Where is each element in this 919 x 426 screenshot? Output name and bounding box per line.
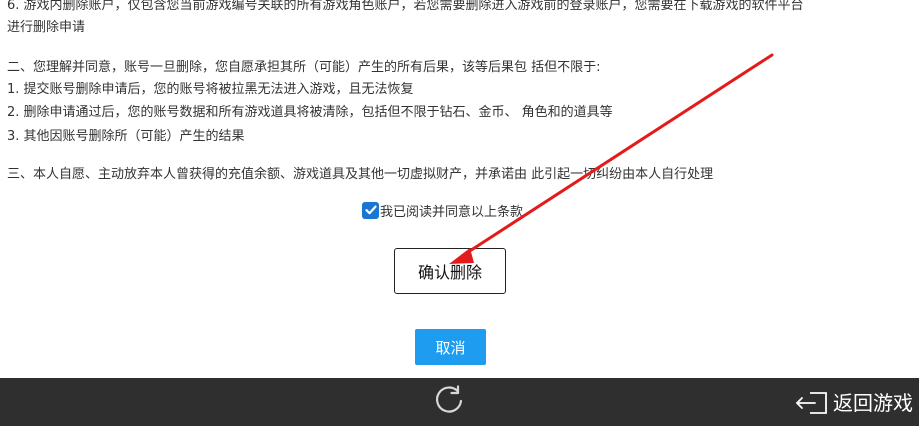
section-2-item-3: 3. 其他因账号删除所（可能）产生的结果	[7, 129, 245, 144]
refresh-icon[interactable]	[432, 383, 468, 419]
term-item-6-line-2: 进行删除申请	[7, 20, 86, 35]
section-3: 三、本人自愿、主动放弃本人曾获得的充值余额、游戏道具及其他一切虚拟财产，并承诺由…	[7, 167, 714, 182]
agreement-checkbox[interactable]	[362, 201, 379, 219]
agreement-label: 我已阅读并同意以上条款	[380, 204, 524, 220]
section-2-item-1: 1. 提交账号删除申请后，您的账号将被拉黑无法进入游戏，且无法恢复	[7, 82, 414, 97]
checkmark-icon	[364, 205, 377, 215]
terms-content: 6. 游戏内删除账户，仅包含您当前游戏编号关联的所有游戏角色账户，若您需要删除进…	[0, 0, 919, 378]
section-2-item-2: 2. 删除申请通过后，您的账号数据和所有游戏道具将被清除，包括但不限于钻石、金币…	[7, 105, 613, 120]
back-to-game-button[interactable]: 返回游戏	[795, 387, 913, 419]
confirm-delete-button[interactable]: 确认删除	[394, 248, 506, 294]
term-item-6-line-1: 6. 游戏内删除账户，仅包含您当前游戏编号关联的所有游戏角色账户，若您需要删除进…	[7, 0, 804, 13]
annotation-arrow	[449, 53, 774, 264]
cancel-button[interactable]: 取消	[415, 329, 486, 365]
section-2-intro: 二、您理解并同意，账号一旦删除，您自愿承担其所（可能）产生的所有后果，该等后果包…	[7, 60, 601, 75]
delete-account-page: 6. 游戏内删除账户，仅包含您当前游戏编号关联的所有游戏角色账户，若您需要删除进…	[0, 0, 919, 426]
back-to-game-label: 返回游戏	[833, 391, 913, 415]
agreement-checkbox-row[interactable]: 我已阅读并同意以上条款	[362, 201, 524, 220]
back-arrow-icon	[796, 392, 827, 414]
